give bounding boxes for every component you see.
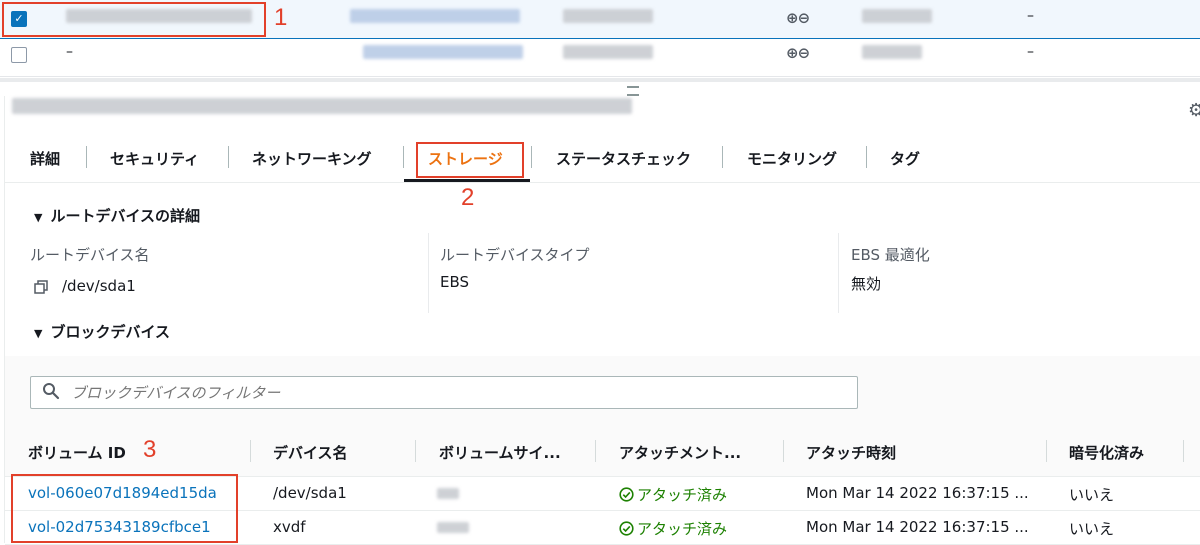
row-cell-dash: – [1027, 8, 1034, 24]
ebs-optimized-value: 無効 [851, 275, 882, 293]
column-resizer[interactable] [1183, 440, 1184, 462]
root-device-name-label: ルートデバイス名 [30, 246, 150, 264]
column-header-volume-id[interactable]: ボリューム ID [28, 442, 126, 463]
volume-size-redacted [437, 488, 459, 499]
annotation-box-1 [2, 2, 266, 37]
instance-type-redacted [862, 45, 922, 59]
tab-separator [86, 146, 87, 168]
annotation-box-2 [416, 142, 524, 178]
column-resizer[interactable] [250, 440, 251, 462]
root-device-name-value: /dev/sda1 [62, 277, 136, 295]
volume-size-redacted [437, 522, 469, 533]
instance-id-redacted[interactable] [363, 45, 523, 59]
resize-handle-icon[interactable] [627, 86, 639, 96]
block-devices-section-title: ブロックデバイス [50, 323, 171, 341]
filter-input[interactable] [69, 383, 833, 403]
zoom-in-out-icon[interactable]: ⊕⊖ [786, 9, 810, 27]
column-divider [838, 233, 839, 313]
table-header: ボリューム ID デバイス名 ボリュームサイ... アタッチメント... アタッ… [5, 428, 1200, 477]
annotation-label-2: 2 [461, 184, 475, 211]
column-header-volume-size[interactable]: ボリュームサイ... [439, 442, 561, 463]
encrypted-cell: いいえ [1069, 486, 1115, 504]
caret-down-icon: ▼ [34, 327, 43, 340]
encrypted-cell: いいえ [1069, 520, 1115, 538]
instance-summary-redacted [12, 98, 632, 114]
root-device-type-label: ルートデバイスタイプ [440, 246, 590, 264]
attachment-status-cell: アタッチ済み [619, 518, 727, 539]
tab-separator [531, 146, 532, 168]
attachment-status-text: アタッチ済み [637, 520, 728, 538]
attach-time-cell: Mon Mar 14 2022 16:37:15 ... [806, 518, 1029, 536]
root-device-section-title: ルートデバイスの詳細 [50, 207, 201, 225]
column-divider [428, 233, 429, 313]
column-resizer[interactable] [415, 440, 416, 462]
column-header-device-name[interactable]: デバイス名 [273, 442, 348, 463]
gear-icon[interactable]: ⚙ [1188, 100, 1200, 121]
tab-details[interactable]: 詳細 [30, 148, 60, 169]
root-device-section-header[interactable]: ▼ ルートデバイスの詳細 [34, 205, 200, 226]
root-device-type-value: EBS [440, 273, 470, 291]
copy-icon[interactable] [34, 279, 48, 294]
zoom-in-out-icon[interactable]: ⊕⊖ [786, 44, 810, 62]
check-circle-icon [619, 487, 634, 502]
tab-networking[interactable]: ネットワーキング [252, 148, 372, 169]
tab-status-checks[interactable]: ステータスチェック [556, 148, 691, 169]
attach-time-cell: Mon Mar 14 2022 16:37:15 ... [806, 484, 1029, 502]
attachment-status-cell: アタッチ済み [619, 484, 727, 505]
caret-down-icon: ▼ [34, 211, 43, 224]
annotation-label-3: 3 [143, 436, 157, 463]
instance-name-cell: – [66, 44, 73, 60]
column-resizer[interactable] [595, 440, 596, 462]
annotation-box-3 [11, 474, 238, 543]
tab-separator [228, 146, 229, 168]
detail-tabs: 詳細 セキュリティ ネットワーキング ストレージ ステータスチェック モニタリン… [0, 140, 1200, 182]
instance-state-redacted [563, 45, 653, 59]
block-devices-section-header[interactable]: ▼ ブロックデバイス [34, 321, 170, 342]
row-cell-dash: – [1027, 44, 1034, 60]
instance-state-redacted [563, 9, 653, 23]
device-name-cell: /dev/sda1 [273, 484, 347, 502]
tab-security[interactable]: セキュリティ [110, 148, 199, 169]
column-header-attach-time[interactable]: アタッチ時刻 [806, 442, 896, 463]
ebs-optimized-label: EBS 最適化 [851, 246, 930, 264]
tab-separator [866, 146, 867, 168]
instance-row[interactable]: – ⊕⊖ – [0, 38, 1200, 77]
column-resizer[interactable] [1046, 440, 1047, 462]
device-name-cell: xvdf [273, 518, 306, 536]
column-header-attachment-status[interactable]: アタッチメント... [619, 442, 741, 463]
tab-separator [403, 146, 404, 168]
column-header-encrypted[interactable]: 暗号化済み [1069, 442, 1144, 463]
column-resizer[interactable] [783, 440, 784, 462]
instance-id-redacted[interactable] [350, 9, 520, 23]
tab-monitoring[interactable]: モニタリング [747, 148, 837, 169]
row-checkbox[interactable] [11, 47, 27, 63]
tabs-bottom-border [5, 182, 1200, 183]
annotation-label-1: 1 [274, 4, 288, 31]
search-icon [42, 382, 60, 404]
block-device-filter[interactable] [30, 376, 858, 409]
tab-separator [722, 146, 723, 168]
tab-tags[interactable]: タグ [890, 148, 920, 169]
check-circle-icon [619, 521, 634, 536]
split-panel-divider[interactable] [0, 78, 1200, 82]
instance-type-redacted [862, 9, 932, 23]
attachment-status-text: アタッチ済み [637, 486, 728, 504]
